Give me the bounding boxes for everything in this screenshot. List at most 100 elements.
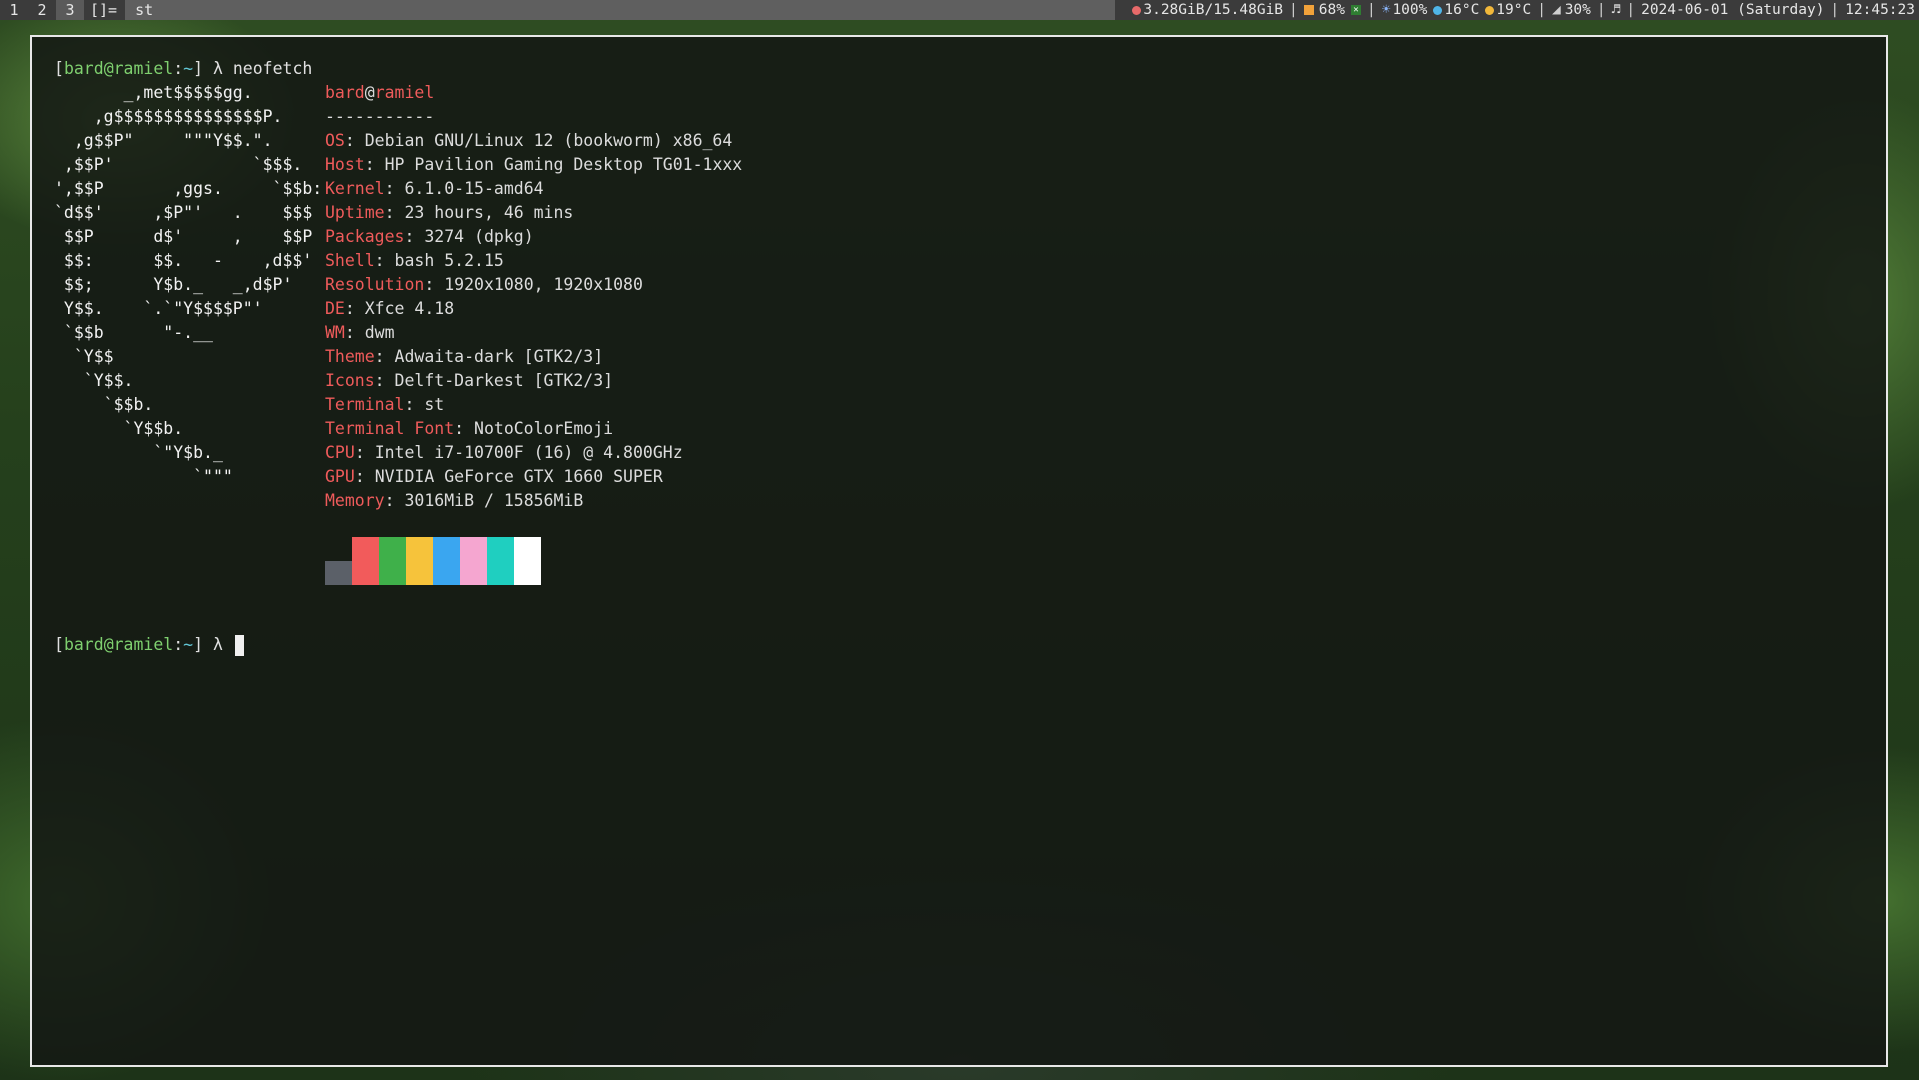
ascii-line: ,g$$$$$$$$$$$$$$$P. [54,107,283,126]
info-key: WM [325,323,345,342]
info-value: Intel i7-10700F (16) @ 4.800GHz [374,443,683,462]
info-row: Resolution: 1920x1080, 1920x1080 [325,275,643,294]
info-key: Icons [325,371,375,390]
debian-ascii-logo: _,met$$$$$gg. ,g$$$$$$$$$$$$$$$P. ,g$$P"… [54,81,322,489]
separator: | [1830,2,1840,18]
info-key: Terminal [325,395,405,414]
info-value: HP Pavilion Gaming Desktop TG01-1xxx [384,155,743,174]
info-row: GPU: NVIDIA GeForce GTX 1660 SUPER [325,467,663,486]
info-title-at: @ [364,83,375,102]
tag-2[interactable]: 2 [28,0,56,20]
info-key: Memory [325,491,385,510]
info-row: OS: Debian GNU/Linux 12 (bookworm) x86_6… [325,131,733,150]
info-key: Terminal Font [325,419,455,438]
info-value: 23 hours, 46 mins [404,203,574,222]
ascii-line: _,met$$$$$gg. [54,83,253,102]
command-text: neofetch [232,59,313,78]
info-row: WM: dwm [325,323,395,342]
info-value: Delft-Darkest [GTK2/3] [394,371,614,390]
color-swatch [433,537,460,585]
info-value: 1920x1080, 1920x1080 [444,275,643,294]
info-key: Kernel [325,179,385,198]
info-value: Debian GNU/Linux 12 (bookworm) x86_64 [364,131,733,150]
color-swatch [514,537,541,585]
terminal-content[interactable]: [bard@ramiel:~] λ neofetch _,met$$$$$gg.… [54,57,742,656]
brightness-icon: ☀ [1381,2,1391,18]
info-row: Icons: Delft-Darkest [GTK2/3] [325,371,614,390]
temperature-1: 16°C [1444,2,1480,18]
sun-icon [1485,5,1495,15]
info-value: dwm [364,323,395,342]
info-value: NVIDIA GeForce GTX 1660 SUPER [374,467,663,486]
color-swatch [352,537,379,585]
info-row: Terminal: st [325,395,445,414]
info-key: Uptime [325,203,385,222]
temperature-2: 19°C [1496,2,1532,18]
ascii-line: ,$$P' `$$$. [54,155,303,174]
window-title: st [125,0,1116,20]
info-row: CPU: Intel i7-10700F (16) @ 4.800GHz [325,443,683,462]
color-palette [325,537,541,585]
tag-1[interactable]: 1 [0,0,28,20]
color-swatch [406,537,433,585]
info-row: Terminal Font: NotoColorEmoji [325,419,614,438]
prompt-host: ramiel [113,635,174,654]
ascii-line: $$; Y$b._ _,d$P' [54,275,293,294]
separator: | [1366,2,1376,18]
info-row: Kernel: 6.1.0-15-amd64 [325,179,544,198]
info-key: Packages [325,227,405,246]
info-row: Memory: 3016MiB / 15856MiB [325,491,584,510]
system-info: bard@ramiel ----------- OS: Debian GNU/L… [325,81,742,513]
info-value: Xfce 4.18 [364,299,455,318]
prompt-line-active[interactable]: [bard@ramiel:~] λ [54,633,244,657]
cpu-status-icon: ✕ [1350,5,1361,15]
clock: 12:45:23 [1845,2,1915,18]
ascii-line: Y$$. `.`"Y$$$$P"' [54,299,263,318]
info-row: Shell: bash 5.2.15 [325,251,504,270]
prompt-dir: ~ [183,635,194,654]
info-key: Host [325,155,365,174]
status-area: 3.28GiB/15.48GiB | 68% ✕ | ☀ 100% 16°C 1… [1115,0,1919,20]
ascii-line: `d$$' ,$P"' . $$$ [54,203,313,222]
prompt-dir: ~ [183,59,194,78]
info-key: DE [325,299,345,318]
separator: | [1626,2,1636,18]
info-title: bard@ramiel [325,81,742,105]
prompt-host: ramiel [113,59,174,78]
neofetch-output: _,met$$$$$gg. ,g$$$$$$$$$$$$$$$P. ,g$$P"… [54,81,742,621]
volume-icon: ◢ [1551,2,1561,18]
color-swatch [325,561,352,585]
prompt-symbol: λ [212,59,223,78]
info-key: Resolution [325,275,425,294]
brightness-level: 100% [1392,2,1428,18]
text-cursor[interactable] [234,635,244,656]
info-value: bash 5.2.15 [394,251,504,270]
ascii-line: `Y$$. [54,371,134,390]
info-row: Packages: 3274 (dpkg) [325,227,534,246]
layout-indicator[interactable]: []= [84,0,125,20]
info-value: NotoColorEmoji [474,419,614,438]
ascii-line: `$$b. [54,395,154,414]
ascii-line: ,g$$P" """Y$$.". [54,131,273,150]
info-separator: ----------- [325,107,435,126]
tag-3[interactable]: 3 [56,0,84,20]
ascii-line: $$P d$' , $$P [54,227,313,246]
info-value: Adwaita-dark [GTK2/3] [394,347,604,366]
ascii-line: `Y$$b. [54,419,184,438]
date: 2024-06-01 (Saturday) [1641,2,1825,18]
color-swatch [487,537,514,585]
ascii-line: `""" [54,467,233,486]
ascii-line: `$$b "-.__ [54,323,213,342]
color-swatch [379,537,406,585]
prompt-symbol: λ [212,635,223,654]
cpu-icon [1303,5,1314,15]
info-row: Host: HP Pavilion Gaming Desktop TG01-1x… [325,155,743,174]
info-row: DE: Xfce 4.18 [325,299,455,318]
color-swatch [460,537,487,585]
ascii-line: $$: $$. - ,d$$' [54,251,313,270]
separator: | [1596,2,1606,18]
weather-icon [1433,5,1443,15]
terminal-window[interactable]: [bard@ramiel:~] λ neofetch _,met$$$$$gg.… [30,35,1888,1067]
info-title-host: ramiel [374,83,435,102]
memory-icon [1132,5,1142,15]
